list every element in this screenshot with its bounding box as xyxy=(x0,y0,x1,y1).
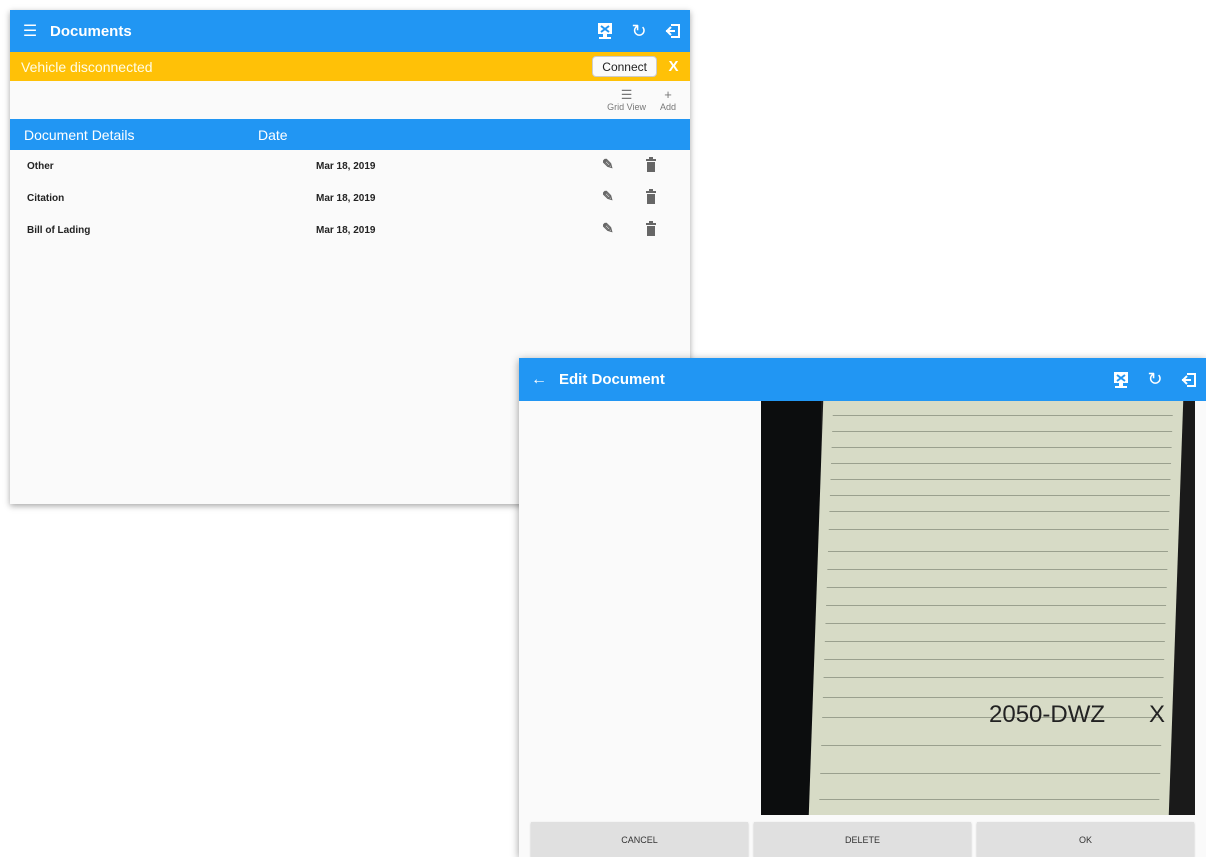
add-label: Add xyxy=(659,102,676,112)
document-date: Mar 18, 2019 xyxy=(316,161,376,172)
hamburger-menu-icon[interactable]: ☰ xyxy=(10,21,50,41)
edit-pencil-icon[interactable]: ✎ xyxy=(602,188,614,205)
documents-toolbar: ☰ Grid View + Add xyxy=(10,81,690,119)
delete-trash-icon[interactable] xyxy=(645,156,657,174)
cancel-button[interactable]: CANCEL xyxy=(531,822,748,857)
document-photo: 2050-DWZ X xyxy=(761,401,1195,815)
logout-icon[interactable] xyxy=(1172,363,1206,397)
refresh-icon[interactable]: ↻ xyxy=(1138,363,1172,397)
plate-number-text: 2050-DWZ xyxy=(989,701,1106,728)
citation-paper xyxy=(808,401,1184,815)
documents-app-bar: ☰ Documents ↻ xyxy=(10,10,690,52)
column-header-document-details: Document Details xyxy=(24,127,135,143)
list-icon: ☰ xyxy=(620,87,633,102)
delete-trash-icon[interactable] xyxy=(645,220,657,238)
back-arrow-icon[interactable]: ← xyxy=(519,371,559,389)
delete-trash-icon[interactable] xyxy=(645,188,657,206)
page-title: Documents xyxy=(50,22,132,40)
document-name: Other xyxy=(27,161,54,172)
edit-pencil-icon[interactable]: ✎ xyxy=(602,220,614,237)
plus-icon: + xyxy=(664,87,672,102)
document-name: Citation xyxy=(27,193,65,204)
edit-document-window: ← Edit Document ↻ 2050-DWZ X CANCEL DELE… xyxy=(519,358,1206,857)
connect-button[interactable]: Connect xyxy=(592,56,657,77)
logout-icon[interactable] xyxy=(656,14,690,48)
delete-button[interactable]: DELETE xyxy=(754,822,971,857)
vehicle-disconnect-icon[interactable] xyxy=(1104,363,1138,397)
grid-view-label: Grid View xyxy=(607,102,646,112)
edit-pencil-icon[interactable]: ✎ xyxy=(602,156,614,173)
banner-message: Vehicle disconnected xyxy=(21,58,153,75)
vehicle-disconnected-banner: Vehicle disconnected Connect X xyxy=(10,52,690,81)
refresh-icon[interactable]: ↻ xyxy=(622,14,656,48)
table-row[interactable]: Bill of Lading Mar 18, 2019 ✎ xyxy=(10,214,690,246)
table-row[interactable]: Other Mar 18, 2019 ✎ xyxy=(10,150,690,182)
ok-button[interactable]: OK xyxy=(977,822,1194,857)
column-header-date: Date xyxy=(258,127,288,143)
vehicle-disconnect-icon[interactable] xyxy=(588,14,622,48)
document-name: Bill of Lading xyxy=(27,225,91,236)
edit-document-button-bar: CANCEL DELETE OK xyxy=(519,822,1206,857)
edit-document-app-bar: ← Edit Document ↻ xyxy=(519,358,1206,401)
table-row[interactable]: Citation Mar 18, 2019 ✎ xyxy=(10,182,690,214)
banner-close-button[interactable]: X xyxy=(657,58,690,75)
table-header: Document Details Date xyxy=(10,119,690,150)
document-date: Mar 18, 2019 xyxy=(316,225,376,236)
grid-view-button[interactable]: ☰ Grid View xyxy=(607,87,646,113)
plate-x-text: X xyxy=(1149,701,1166,728)
add-button[interactable]: + Add xyxy=(659,87,676,113)
document-date: Mar 18, 2019 xyxy=(316,193,376,204)
page-title: Edit Document xyxy=(559,371,665,388)
